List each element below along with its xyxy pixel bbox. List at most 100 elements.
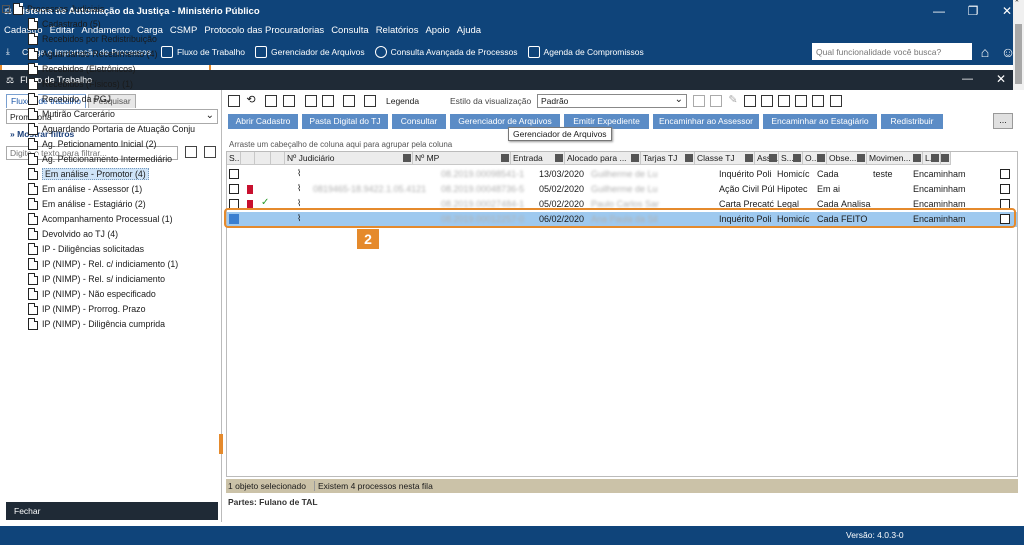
table-row[interactable]: ⌇ 08.2019.00012257-0 06/02/2020 Ana Paula d… [227, 212, 1017, 227]
filter-dropdown-icon[interactable] [745, 154, 753, 162]
column-header[interactable]: L... [923, 152, 941, 165]
menu-relatorios[interactable]: Relatórios [376, 25, 419, 36]
tree-item[interactable]: Ag. Peticionamento Inicial (2) [28, 136, 156, 151]
print-icon[interactable] [305, 95, 317, 107]
column-header[interactable] [241, 152, 255, 165]
tree-item[interactable]: Devolvido ao TJ (4) [28, 226, 118, 241]
legend-icon[interactable] [364, 95, 376, 107]
filter-dropdown-icon[interactable] [685, 154, 693, 162]
tree-item[interactable]: IP (NIMP) - Rel. s/ indiciamento [28, 271, 165, 286]
toolbar-fluxo-trabalho[interactable]: Fluxo de Trabalho [160, 46, 245, 58]
filter-dropdown-icon[interactable] [769, 154, 777, 162]
redistribute-button[interactable]: Redistribuir [881, 114, 943, 129]
filter-dropdown-icon[interactable] [941, 154, 949, 162]
column-header[interactable]: Tarjas TJ [641, 152, 695, 165]
close-pane-button[interactable]: Fechar [6, 502, 218, 520]
column-header[interactable]: Ass... [755, 152, 779, 165]
consult-button[interactable]: Consultar [392, 114, 446, 129]
toolbar-agenda[interactable]: Agenda de Compromissos [527, 46, 644, 58]
menu-apoio[interactable]: Apoio [425, 25, 449, 36]
tree-item[interactable]: IP (NIMP) - Diligência cumprida [28, 316, 165, 331]
filter-dropdown-icon[interactable] [931, 154, 939, 162]
filter-dropdown-icon[interactable] [793, 154, 801, 162]
export-icon[interactable] [322, 95, 334, 107]
tree-root[interactable]: − Processos Judiciais [2, 1, 104, 16]
column-header[interactable]: S... [227, 152, 241, 165]
row-flag-checkbox[interactable] [1000, 214, 1010, 224]
close-icon[interactable]: ✕ [996, 72, 1006, 86]
row-checkbox[interactable] [229, 169, 239, 179]
filter-dropdown-icon[interactable] [913, 154, 921, 162]
collapse-tree-icon[interactable] [204, 146, 216, 158]
tree-item[interactable]: Recebidos (Físicos) (1) [28, 76, 133, 91]
row-checkbox[interactable] [229, 199, 239, 209]
tree-item[interactable]: IP (NIMP) - Prorrog. Prazo [28, 301, 145, 316]
table-row[interactable]: ✓ ⌇ 08.2019.00027484-1 05/02/2020 Paulo Carl… [227, 197, 1017, 212]
row-flag-checkbox[interactable] [1000, 199, 1010, 209]
tree-item[interactable]: IP (NIMP) - Rel. c/ indiciamento (1) [28, 256, 178, 271]
maximize-icon[interactable]: ❐ [956, 0, 990, 22]
column-header[interactable]: Nº Judiciário [285, 152, 413, 165]
column-header[interactable] [255, 152, 271, 165]
filter-dropdown-icon[interactable] [555, 154, 563, 162]
home-icon[interactable]: ⌂ [975, 42, 995, 62]
list-icon[interactable] [744, 95, 756, 107]
open-record-button[interactable]: Abrir Cadastro [228, 114, 298, 129]
column-header[interactable]: Alocado para ... [565, 152, 641, 165]
toolbar-consulta-avancada[interactable]: Consulta Avançada de Processos [374, 46, 518, 58]
row-checkbox-checked[interactable] [229, 214, 239, 224]
tree-item[interactable]: Em análise - Promotor (4) [28, 166, 149, 181]
tree-item[interactable]: Aguardando Portaria de Atuação Conju [28, 121, 195, 136]
column-header[interactable]: Obse... [827, 152, 867, 165]
more-button[interactable]: ... [993, 113, 1013, 129]
filter-dropdown-icon[interactable] [403, 154, 411, 162]
tree-item[interactable]: Cadastrado (5) [28, 16, 101, 31]
minimize-icon[interactable]: — [962, 73, 973, 85]
column-header[interactable]: Movimen... [867, 152, 923, 165]
filter-icon[interactable] [795, 95, 807, 107]
columns-icon[interactable] [778, 95, 790, 107]
menu-protocolo[interactable]: Protocolo das Procuradorias [204, 25, 324, 36]
column-header[interactable] [271, 152, 285, 165]
tree-item[interactable]: Ag. Peticionamento Intermediário [28, 151, 172, 166]
menu-consulta[interactable]: Consulta [331, 25, 369, 36]
tree-item[interactable]: IP - Diligências solicitadas [28, 241, 144, 256]
print-icon[interactable] [830, 95, 842, 107]
filter-dropdown-icon[interactable] [857, 154, 865, 162]
forward-intern-button[interactable]: Encaminhar ao Estagiário [763, 114, 877, 129]
tree-item[interactable]: Recebidos por Redistribuição [28, 31, 157, 46]
tree-item[interactable]: Recebidos (Eletrônicos) [28, 61, 135, 76]
document-icon[interactable] [761, 95, 773, 107]
row-checkbox[interactable] [229, 184, 239, 194]
tree-item[interactable]: Aguardando Recebimento (4) [28, 46, 157, 61]
column-header[interactable]: R [941, 152, 951, 165]
copy-icon[interactable] [265, 95, 277, 107]
collapse-toggle-icon[interactable]: − [2, 4, 10, 13]
table-row[interactable]: ⌇ 0819465-18.9422.1.05.4121 08.2019.000487… [227, 182, 1017, 197]
filter-dropdown-icon[interactable] [631, 154, 639, 162]
filter-dropdown-icon[interactable] [501, 154, 509, 162]
legend-label[interactable]: Legenda [386, 96, 419, 106]
new-icon[interactable] [228, 95, 240, 107]
tree-item[interactable]: Em análise - Assessor (1) [28, 181, 142, 196]
row-flag-checkbox[interactable] [1000, 169, 1010, 179]
menu-ajuda[interactable]: Ajuda [457, 25, 481, 36]
tree-item[interactable]: Em análise - Estagiário (2) [28, 196, 146, 211]
paste-icon[interactable] [283, 95, 295, 107]
column-header[interactable]: Nº MP [413, 152, 511, 165]
save-icon[interactable] [343, 95, 355, 107]
tree-item[interactable]: Recebido da PGJ [28, 91, 111, 106]
filter-dropdown-icon[interactable] [817, 154, 825, 162]
menu-csmp[interactable]: CSMP [170, 25, 197, 36]
refresh-icon[interactable]: ⟲ [245, 95, 257, 107]
minimize-icon[interactable]: — [922, 0, 956, 22]
row-flag-checkbox[interactable] [1000, 184, 1010, 194]
column-header[interactable]: S... [779, 152, 803, 165]
column-header[interactable]: Entrada [511, 152, 565, 165]
tree-item[interactable]: Acompanhamento Processual (1) [28, 211, 173, 226]
table-row[interactable]: ⌇ 08.2019.00098541-1 13/03/2020 Guilherme d… [227, 167, 1017, 182]
column-header[interactable]: O... [803, 152, 827, 165]
column-header[interactable]: Classe TJ [695, 152, 755, 165]
view-style-dropdown[interactable]: Padrão ⌄ [537, 94, 687, 108]
tj-folder-button[interactable]: Pasta Digital do TJ [302, 114, 388, 129]
